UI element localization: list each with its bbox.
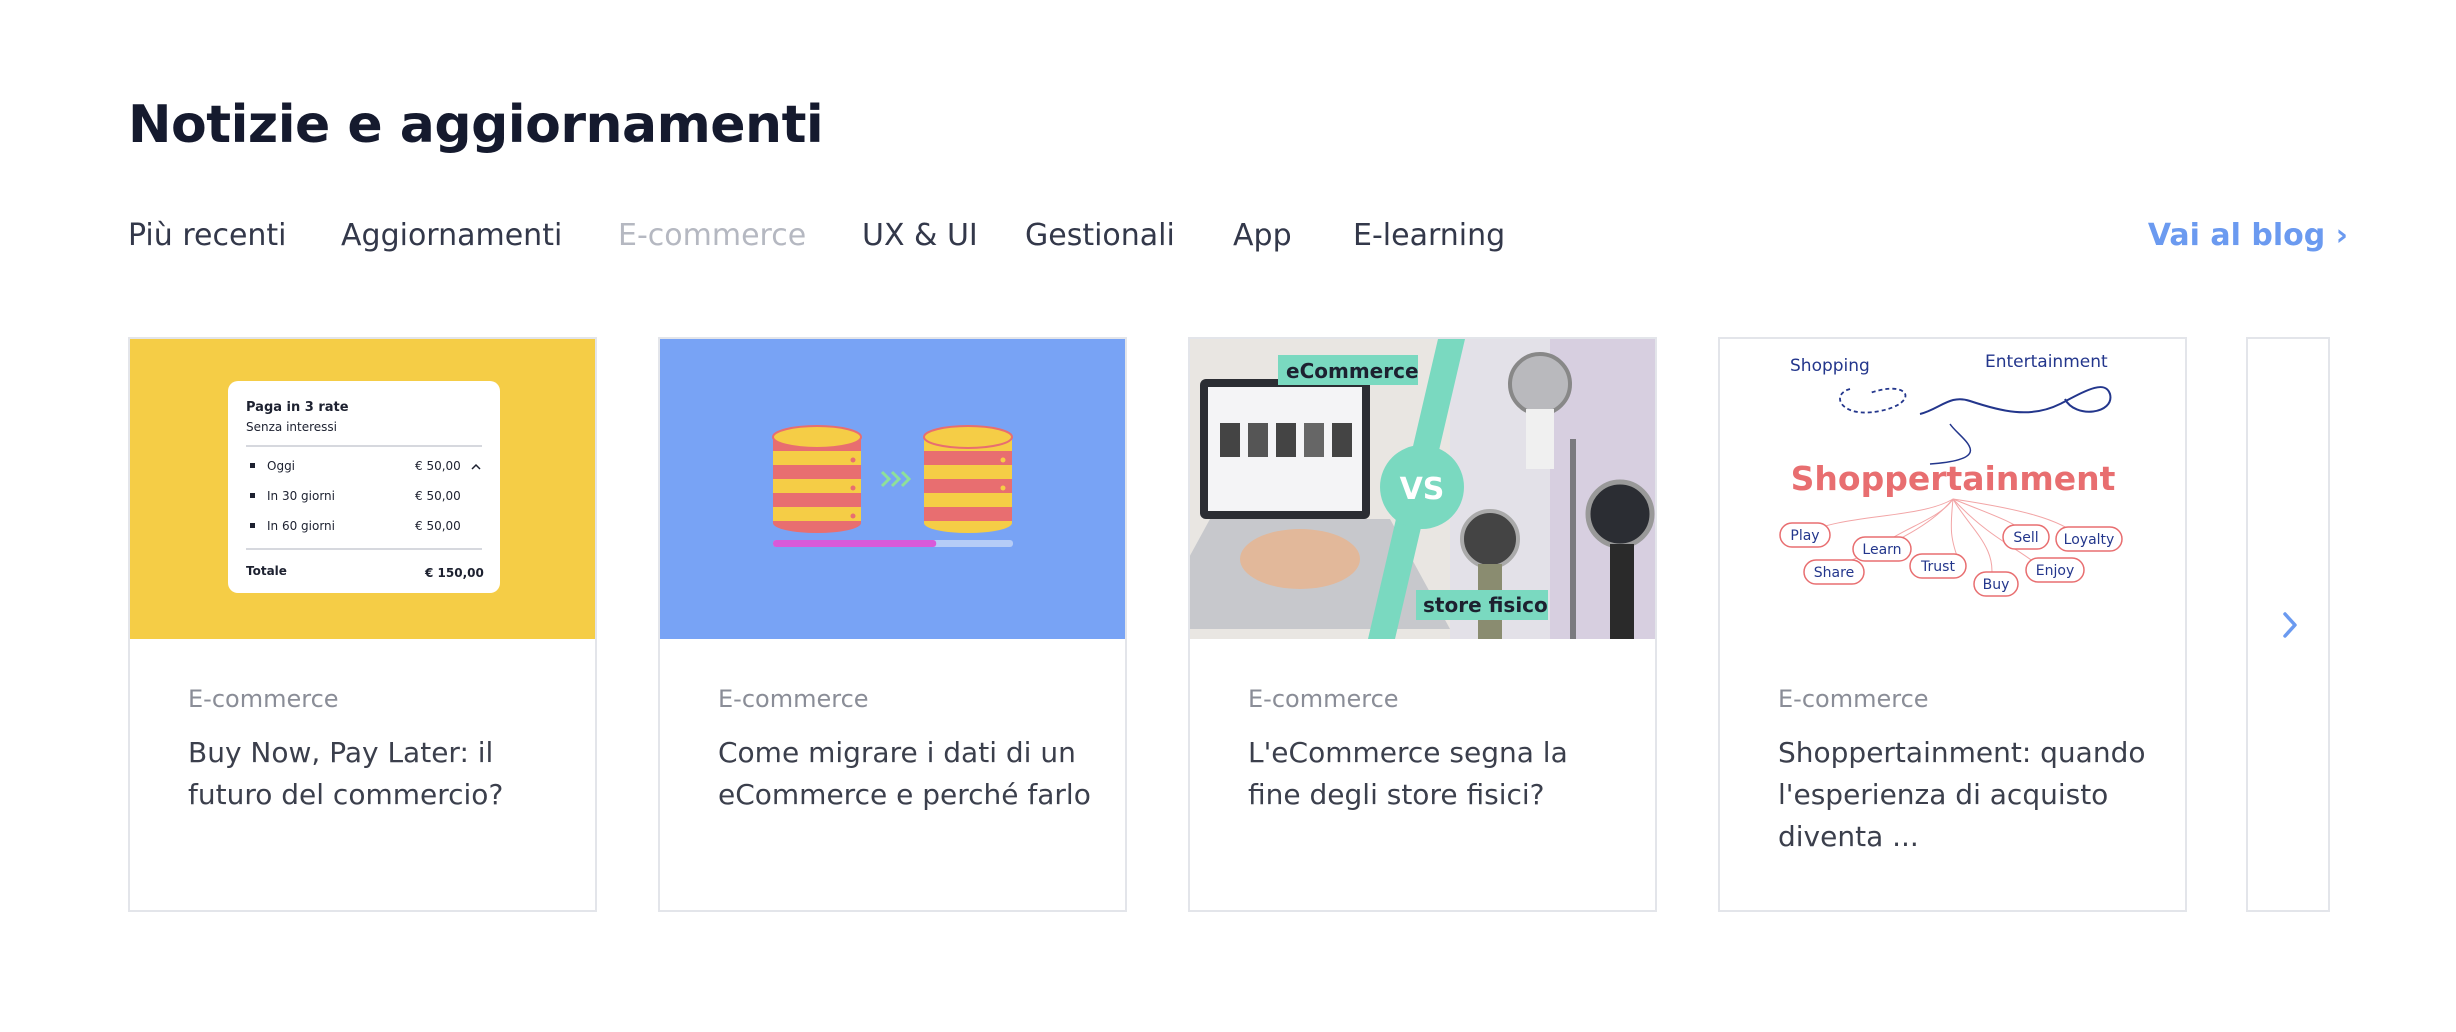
- entertainment-label: Entertainment: [1985, 352, 2108, 372]
- card-category: E-commerce: [1778, 685, 1929, 713]
- database-icon: [772, 425, 862, 533]
- tag-label: Sell: [2013, 530, 2038, 546]
- page-title: Notizie e aggiornamenti: [128, 95, 824, 155]
- tab-ux-ui[interactable]: UX & UI: [862, 218, 978, 253]
- tag-label: Trust: [1920, 559, 1955, 575]
- card-title[interactable]: Come migrare i dati di un eCommerce e pe…: [718, 732, 1098, 816]
- payment-heading: Paga in 3 rate: [246, 400, 349, 415]
- tab-piu-recenti[interactable]: Più recenti: [128, 218, 287, 253]
- article-card[interactable]: E-commerce Come migrare i dati di un eCo…: [658, 337, 1127, 912]
- tag-label: Learn: [1862, 542, 1901, 558]
- ecommerce-label: eCommerce: [1286, 359, 1419, 383]
- payment-total-amount: € 150,00: [424, 566, 484, 580]
- blog-link[interactable]: Vai al blog ›: [2148, 218, 2348, 253]
- card-category: E-commerce: [188, 685, 339, 713]
- chevron-right-icon: [2283, 612, 2297, 638]
- tag-label: Play: [1790, 528, 1819, 544]
- database-icon: [923, 425, 1013, 533]
- card-title[interactable]: Buy Now, Pay Later: il futuro del commer…: [188, 732, 568, 816]
- store-label: store fisico: [1423, 593, 1548, 617]
- article-card[interactable]: VS eCommerce store fisico E-commerce L'e…: [1188, 337, 1657, 912]
- payment-subheading: Senza interessi: [246, 420, 337, 434]
- tab-e-learning[interactable]: E-learning: [1353, 218, 1505, 253]
- tab-gestionali[interactable]: Gestionali: [1025, 218, 1175, 253]
- card-category: E-commerce: [718, 685, 869, 713]
- payment-row-label: In 30 giorni: [267, 489, 335, 503]
- tag-label: Buy: [1983, 577, 2010, 593]
- tag-label: Loyalty: [2064, 532, 2115, 548]
- payment-row-amount: € 50,00: [415, 459, 461, 473]
- card-category: E-commerce: [1248, 685, 1399, 713]
- payment-row-label: In 60 giorni: [267, 519, 335, 533]
- shopping-label: Shopping: [1790, 356, 1870, 376]
- card-image: VS eCommerce store fisico: [1190, 339, 1655, 639]
- tab-app[interactable]: App: [1233, 218, 1292, 253]
- vs-label: VS: [1400, 472, 1445, 507]
- tab-e-commerce[interactable]: E-commerce: [618, 218, 806, 253]
- card-image: Shopping Entertainment Shoppertainment P…: [1720, 339, 2185, 639]
- tab-aggiornamenti[interactable]: Aggiornamenti: [341, 218, 562, 253]
- shoppertainment-headline: Shoppertainment: [1791, 459, 2116, 498]
- card-image: [660, 339, 1125, 639]
- tag-label: Enjoy: [2036, 563, 2074, 579]
- article-card[interactable]: Paga in 3 rate Senza interessi Oggi € 50…: [128, 337, 597, 912]
- payment-total-label: Totale: [246, 564, 287, 578]
- card-image: Paga in 3 rate Senza interessi Oggi € 50…: [130, 339, 595, 639]
- migration-progress-bar: [773, 540, 937, 547]
- card-title[interactable]: L'eCommerce segna la fine degli store fi…: [1248, 732, 1628, 816]
- payment-row-amount: € 50,00: [415, 489, 461, 503]
- carousel-next-button[interactable]: [2246, 337, 2330, 912]
- article-card[interactable]: Shopping Entertainment Shoppertainment P…: [1718, 337, 2187, 912]
- payment-row-label: Oggi: [267, 459, 295, 473]
- tag-label: Share: [1814, 565, 1854, 581]
- payment-row-amount: € 50,00: [415, 519, 461, 533]
- card-title[interactable]: Shoppertainment: quando l'esperienza di …: [1778, 732, 2158, 858]
